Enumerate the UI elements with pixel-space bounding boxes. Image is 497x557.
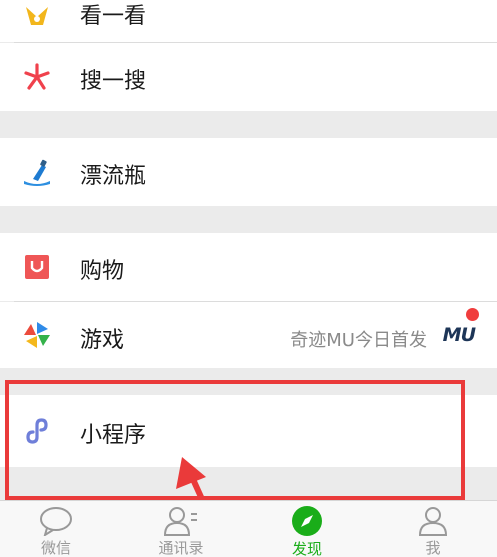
- menu-item-souyisou[interactable]: 搜一搜: [0, 43, 497, 111]
- menu-item-label: 看一看: [80, 4, 147, 29]
- shopping-icon: [22, 252, 52, 282]
- game-icon: [22, 320, 52, 350]
- tab-label: 我: [425, 539, 441, 557]
- menu-item-label: 游戏: [80, 328, 125, 353]
- menu-item-kanyikan[interactable]: 看一看: [0, 0, 497, 42]
- tab-discover[interactable]: 发现: [267, 501, 347, 557]
- menu-item-label: 漂流瓶: [80, 164, 147, 189]
- menu-item-label: 搜一搜: [80, 69, 147, 94]
- tab-weixin[interactable]: 微信: [16, 501, 96, 557]
- tab-label: 微信: [40, 539, 71, 557]
- game-promo-badge: MU: [442, 324, 476, 346]
- profile-icon: [415, 505, 451, 536]
- game-promo-text: 奇迹MU今日首发: [290, 330, 427, 351]
- tab-me[interactable]: 我: [393, 501, 473, 557]
- tab-contacts[interactable]: 通讯录: [141, 501, 221, 557]
- tab-label: 通讯录: [158, 539, 204, 557]
- menu-item-gouwu[interactable]: 购物: [0, 233, 497, 301]
- notification-red-dot: [466, 308, 479, 321]
- kanyikan-icon: [22, 2, 52, 32]
- menu-item-piaoliuping[interactable]: 漂流瓶: [0, 138, 497, 206]
- souyisou-icon: [22, 62, 52, 92]
- bottom-tab-bar: 微信 通讯录 发现 我: [0, 500, 497, 557]
- menu-item-label: 购物: [80, 259, 125, 284]
- menu-item-youxi[interactable]: 游戏 奇迹MU今日首发 MU: [0, 302, 497, 368]
- contacts-icon: [163, 505, 199, 536]
- tab-label: 发现: [291, 540, 322, 557]
- discover-compass-icon: [289, 505, 325, 537]
- menu-item-label: 小程序: [80, 423, 147, 448]
- drift-bottle-icon: [22, 157, 52, 187]
- chat-icon: [38, 505, 74, 536]
- mini-program-icon: [22, 416, 52, 446]
